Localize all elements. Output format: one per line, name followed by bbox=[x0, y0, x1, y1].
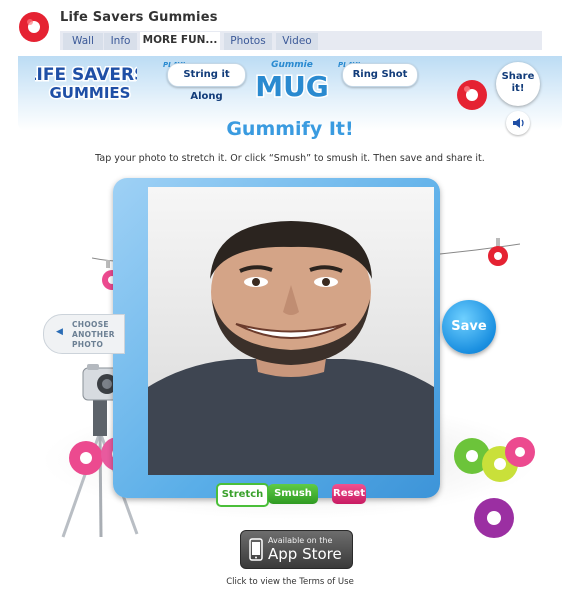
app-store-button[interactable]: Available on the App Store bbox=[240, 530, 353, 569]
share-button[interactable]: Share it! bbox=[496, 62, 540, 106]
save-button[interactable]: Save bbox=[442, 300, 496, 354]
smush-button[interactable]: Smush bbox=[268, 484, 318, 504]
app-store-large-text: App Store bbox=[268, 545, 342, 563]
page-name[interactable]: Life Savers Gummies bbox=[60, 10, 218, 25]
page-title: Gummify It! bbox=[226, 118, 354, 140]
app-store-small-text: Available on the bbox=[268, 536, 333, 545]
tab-video[interactable]: Video bbox=[276, 33, 318, 50]
life-savers-gummies-logo: LIFE SAVERS GUMMIES bbox=[35, 64, 137, 104]
life-savers-ring-icon[interactable] bbox=[17, 10, 51, 44]
logo-line1: LIFE SAVERS bbox=[35, 65, 137, 85]
tab-photos[interactable]: Photos bbox=[224, 33, 272, 50]
apple-phone-icon bbox=[249, 538, 263, 561]
share-line2: it! bbox=[511, 83, 525, 94]
mug-large-text: MUG bbox=[255, 70, 329, 102]
gummie-mug-logo[interactable]: Gummie MUG bbox=[254, 56, 330, 102]
choose-line3: PHOTO bbox=[72, 340, 104, 349]
string-it-along-button[interactable]: String it Along bbox=[167, 63, 246, 102]
terms-of-use-link[interactable]: Click to view the Terms of Use bbox=[0, 577, 580, 587]
tab-wall[interactable]: Wall bbox=[63, 33, 103, 50]
instructions-text: Tap your photo to stretch it. Or click “… bbox=[95, 153, 485, 164]
logo-line2: GUMMIES bbox=[50, 84, 131, 102]
choose-another-photo-button[interactable]: ◀ CHOOSE ANOTHER PHOTO bbox=[43, 314, 125, 354]
stretched-face-photo bbox=[148, 187, 434, 475]
choose-line1: CHOOSE bbox=[72, 320, 109, 329]
choose-line2: ANOTHER bbox=[72, 330, 115, 339]
user-photo[interactable] bbox=[148, 187, 434, 475]
red-candy-ring-icon bbox=[457, 80, 487, 110]
share-line1: Share bbox=[501, 71, 535, 82]
stretch-button[interactable]: Stretch bbox=[216, 483, 269, 507]
colorful-candies bbox=[454, 437, 535, 538]
hanging-candy-right bbox=[440, 238, 520, 266]
reset-button[interactable]: Reset bbox=[332, 484, 366, 504]
chevron-left-icon: ◀ bbox=[56, 327, 63, 337]
tab-more-fun[interactable]: MORE FUN... bbox=[140, 32, 220, 50]
tab-info[interactable]: Info bbox=[104, 33, 137, 50]
ring-shot-button[interactable]: Ring Shot bbox=[342, 63, 418, 87]
mug-small-text: Gummie bbox=[271, 60, 313, 70]
